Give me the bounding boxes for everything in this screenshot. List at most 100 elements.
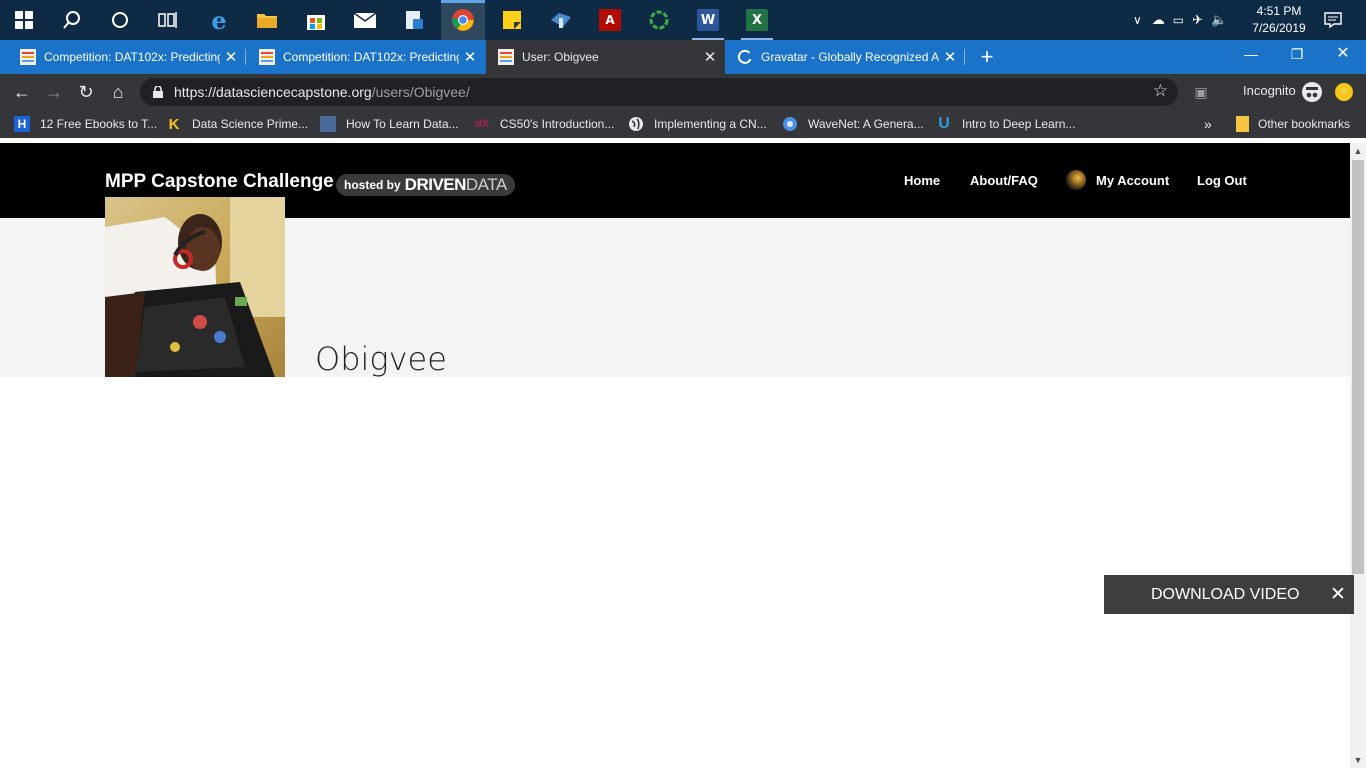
profile-avatar-icon[interactable]: [1334, 82, 1354, 102]
close-window-button[interactable]: ✕: [1320, 40, 1366, 70]
bookmark-item[interactable]: dX CS50's Introduction...: [474, 110, 614, 138]
bookmark-item[interactable]: H 12 Free Ebooks to T...: [14, 110, 157, 138]
site-brand-link[interactable]: MPP Capstone Challenge: [105, 171, 334, 193]
scroll-down-arrow-icon[interactable]: ▼: [1350, 752, 1366, 768]
forward-button[interactable]: →: [40, 78, 68, 106]
web-page: MPP Capstone Challenge hosted by DRIVEN D…: [0, 143, 1350, 768]
browser-toolbar: ← → ↻ ⌂ https://datasciencecapstone.org/…: [0, 74, 1366, 110]
edge-browser-icon[interactable]: e: [197, 0, 241, 40]
snipping-tool-icon[interactable]: [392, 0, 436, 40]
lock-icon: [153, 86, 163, 98]
bookmark-item[interactable]: K Data Science Prime...: [166, 110, 308, 138]
scroll-up-arrow-icon[interactable]: ▲: [1350, 143, 1366, 159]
browser-tab[interactable]: Gravatar - Globally Recognized Avatars ✕: [725, 40, 965, 74]
scroll-thumb[interactable]: [1352, 160, 1364, 574]
new-tab-button[interactable]: +: [976, 40, 998, 74]
back-button[interactable]: ←: [8, 78, 36, 106]
profile-avatar-photo: [105, 197, 285, 377]
globe-icon: [629, 117, 643, 131]
incognito-label: Incognito: [1243, 83, 1296, 98]
url-path: /users/Obigvee/: [371, 84, 470, 100]
reload-button[interactable]: ↻: [72, 78, 100, 106]
hosted-by-badge[interactable]: hosted by DRIVEN DATA: [336, 174, 515, 196]
nav-my-account-link[interactable]: My Account: [1096, 173, 1169, 188]
nav-logout-link[interactable]: Log Out: [1197, 173, 1247, 188]
acrobat-icon[interactable]: A: [588, 0, 632, 40]
chrome-taskbar-icon[interactable]: [441, 0, 485, 40]
minimize-button[interactable]: —: [1228, 40, 1274, 70]
url-text: https://datasciencecapstone.org/users/Ob…: [174, 84, 470, 100]
active-app-indicator: [441, 0, 485, 3]
tab-close-icon[interactable]: ✕: [459, 48, 481, 66]
bookmark-item[interactable]: WaveNet: A Genera...: [782, 110, 924, 138]
bookmark-label: Data Science Prime...: [192, 117, 309, 131]
airplane-mode-icon[interactable]: ✈: [1192, 13, 1203, 28]
bookmark-label: Implementing a CN...: [654, 117, 767, 131]
bookmark-item[interactable]: How To Learn Data...: [320, 110, 459, 138]
bookmark-label: Intro to Deep Learn...: [962, 117, 1076, 131]
onedrive-icon[interactable]: ☁: [1152, 13, 1165, 28]
bookmark-label: CS50's Introduction...: [500, 117, 615, 131]
search-icon[interactable]: [50, 0, 94, 40]
browser-tab-active[interactable]: User: Obigvee ✕: [486, 40, 725, 74]
windows-start-icon[interactable]: [2, 0, 46, 40]
browser-tab[interactable]: Competition: DAT102x: Predicting ✕: [0, 40, 246, 74]
store-icon[interactable]: [294, 0, 338, 40]
excel-icon[interactable]: X: [735, 0, 779, 40]
mail-icon[interactable]: [343, 0, 387, 40]
page-thumbnail-icon: [320, 116, 336, 132]
bookmark-label: 12 Free Ebooks to T...: [40, 117, 158, 131]
other-bookmarks-label: Other bookmarks: [1258, 117, 1351, 131]
drivendata-logo-bold: DRIVEN: [404, 175, 467, 194]
url-domain: https://datasciencecapstone.org: [174, 84, 372, 100]
udacity-icon: U: [938, 115, 950, 132]
clock-date: 7/26/2019: [1252, 21, 1306, 35]
bookmarks-overflow-button[interactable]: »: [1204, 110, 1212, 138]
bookmark-item[interactable]: Implementing a CN...: [628, 110, 767, 138]
sticky-notes-icon[interactable]: [490, 0, 534, 40]
hosted-by-text: hosted by: [344, 178, 401, 192]
browser-tab[interactable]: Competition: DAT102x: Predicting ✕: [239, 40, 485, 74]
cortana-icon[interactable]: [98, 0, 142, 40]
other-bookmarks-folder[interactable]: Other bookmarks: [1236, 110, 1350, 138]
volume-icon[interactable]: 🔈: [1211, 13, 1227, 28]
bookmark-star-icon[interactable]: ☆: [1153, 81, 1168, 101]
tab-title: Competition: DAT102x: Predicting: [44, 50, 220, 64]
word-icon[interactable]: W: [686, 0, 730, 40]
tab-close-icon[interactable]: ✕: [939, 48, 961, 66]
drivendata-favicon-icon: [20, 49, 36, 65]
tab-close-icon[interactable]: ✕: [699, 48, 721, 66]
download-video-button[interactable]: DOWNLOAD VIDEO: [1151, 586, 1299, 604]
bookmark-item[interactable]: U Intro to Deep Learn...: [936, 110, 1075, 138]
drivendata-logo-light: DATA: [465, 175, 507, 194]
account-avatar-icon[interactable]: [1066, 170, 1086, 190]
download-video-bar[interactable]: DOWNLOAD VIDEO ✕: [1104, 575, 1354, 614]
home-button[interactable]: ⌂: [104, 78, 132, 106]
clock-time: 4:51 PM: [1256, 4, 1302, 18]
drivendata-favicon-icon: [498, 49, 514, 65]
action-center-icon[interactable]: [1322, 0, 1344, 40]
drivendata-favicon-icon: [259, 49, 275, 65]
nav-home-link[interactable]: Home: [904, 173, 940, 188]
windows-taskbar: e A W X ∨ ☁ ▭ ✈ 🔈 4:51 PM 7/26/2019: [0, 0, 1366, 40]
profile-username: Obigvee: [315, 340, 447, 378]
battery-icon[interactable]: ▭: [1173, 13, 1184, 27]
app-blue-icon[interactable]: [539, 0, 583, 40]
address-bar[interactable]: https://datasciencecapstone.org/users/Ob…: [140, 78, 1178, 106]
tab-title: Competition: DAT102x: Predicting: [283, 50, 459, 64]
close-icon[interactable]: ✕: [1330, 583, 1346, 606]
bookmark-label: WaveNet: A Genera...: [808, 117, 924, 131]
task-view-icon[interactable]: [146, 0, 190, 40]
page-scrollbar[interactable]: ▲ ▼: [1350, 143, 1366, 768]
kdnuggets-k-icon: K: [168, 115, 180, 133]
nav-about-link[interactable]: About/FAQ: [970, 173, 1038, 188]
app-green-icon[interactable]: [637, 0, 681, 40]
folder-icon: [1236, 116, 1249, 132]
cast-icon[interactable]: ▣: [1187, 78, 1215, 106]
incognito-icon[interactable]: [1302, 82, 1322, 102]
browser-tab-strip: Competition: DAT102x: Predicting ✕ Compe…: [0, 40, 1366, 74]
chevron-up-icon[interactable]: ∨: [1133, 13, 1142, 27]
taskbar-clock[interactable]: 4:51 PM 7/26/2019: [1244, 3, 1314, 37]
restore-button[interactable]: ❐: [1274, 40, 1320, 70]
file-explorer-icon[interactable]: [245, 0, 289, 40]
